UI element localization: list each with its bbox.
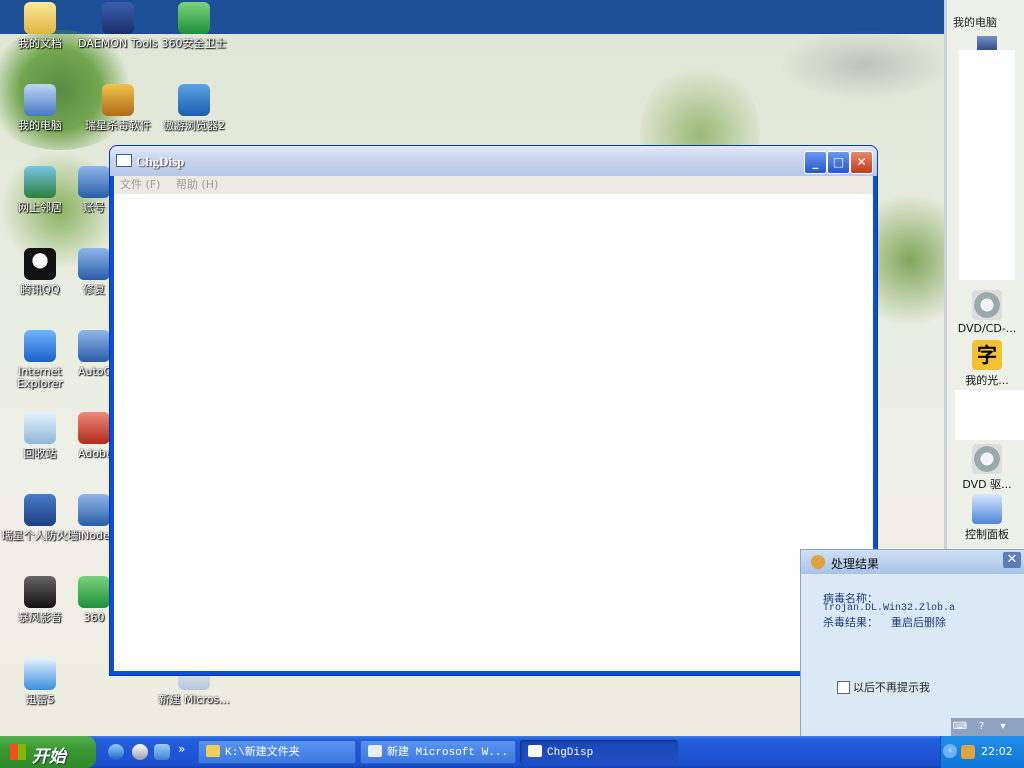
desktop-icon-360-safeguard[interactable]: 360安全卫士 bbox=[154, 2, 234, 50]
wallpaper-watering-can bbox=[780, 30, 950, 100]
quicklaunch-ie-icon[interactable] bbox=[108, 744, 124, 760]
desktop-icon-recycle-bin[interactable]: 回收站 bbox=[0, 412, 80, 460]
taskbar: 开始 » K:\新建文件夹 新建 Microsoft W... ChgDisp … bbox=[0, 736, 1024, 768]
start-button[interactable]: 开始 bbox=[0, 736, 96, 768]
menu-file[interactable]: 文件 (F) bbox=[120, 176, 160, 194]
desktop-icon-rising-antivirus[interactable]: 瑞星杀毒软件 bbox=[78, 84, 158, 132]
quicklaunch-app-icon[interactable] bbox=[154, 744, 170, 760]
menu-help[interactable]: 帮助 (H) bbox=[176, 176, 218, 194]
folder-icon bbox=[24, 2, 56, 34]
account-icon bbox=[78, 166, 110, 198]
minimize-button[interactable]: _ bbox=[804, 151, 827, 174]
popup-title: 处理结果 bbox=[831, 557, 880, 571]
desktop-icon-inode[interactable]: iNode bbox=[78, 494, 110, 542]
folder-icon bbox=[206, 745, 220, 757]
dvd-drive-icon bbox=[972, 444, 1002, 474]
close-icon: ✕ bbox=[856, 155, 867, 169]
desktop-icon-thunder[interactable]: 迅雷5 bbox=[0, 658, 80, 706]
tray-antivirus-icon[interactable] bbox=[961, 745, 975, 759]
virus-name-value: Trojan.DL.Win32.Zlob.a bbox=[823, 603, 956, 614]
window-app-icon bbox=[528, 745, 542, 757]
desktop-icon-network[interactable]: 网上邻居 bbox=[0, 166, 80, 214]
tray-expand-icon[interactable]: ‹ bbox=[943, 744, 957, 758]
sidebar-blank-area bbox=[959, 50, 1015, 280]
repair-icon bbox=[78, 248, 110, 280]
recycle-bin-icon bbox=[24, 412, 56, 444]
dont-show-again-checkbox[interactable] bbox=[837, 681, 850, 694]
desktop-icon-qq[interactable]: 腾讯QQ bbox=[0, 248, 80, 296]
quicklaunch-chevron[interactable]: » bbox=[178, 742, 185, 756]
window-menubar: 文件 (F) 帮助 (H) bbox=[114, 176, 873, 194]
daemon-tools-icon bbox=[102, 2, 134, 34]
firewall-icon bbox=[24, 494, 56, 526]
font-glyph-icon: 字 bbox=[972, 340, 1002, 370]
result-label: 杀毒结果： bbox=[823, 616, 878, 629]
chgdisp-window[interactable]: ChgDisp _ □ ✕ 文件 (F) 帮助 (H) bbox=[110, 146, 877, 675]
taskbar-button-folder[interactable]: K:\新建文件夹 bbox=[198, 740, 356, 764]
window-titlebar[interactable]: ChgDisp _ □ ✕ bbox=[110, 146, 877, 176]
expand-icon[interactable]: ▾ bbox=[994, 718, 1012, 736]
desktop-icon-daemon-tools[interactable]: DAEMON Tools bbox=[78, 2, 158, 50]
desktop-icon-my-computer[interactable]: 我的电脑 bbox=[0, 84, 80, 132]
sidebar-item-my-disc[interactable]: 字 我的光... bbox=[947, 340, 1024, 388]
minimize-icon: _ bbox=[812, 155, 819, 169]
taskbar-button-word[interactable]: 新建 Microsoft W... bbox=[360, 740, 516, 764]
window-app-icon bbox=[116, 154, 132, 167]
quicklaunch-browser-icon[interactable] bbox=[132, 744, 148, 760]
desktop-icon-baofeng[interactable]: 暴风影音 bbox=[0, 576, 80, 624]
maxthon-browser-icon bbox=[178, 84, 210, 116]
window-title: ChgDisp bbox=[136, 154, 185, 169]
desktop-icon-my-documents[interactable]: 我的文档 bbox=[0, 2, 80, 50]
scan-result-popup: 处理结果 ✕ 病毒名称： Trojan.DL.Win32.Zlob.a 杀毒结果… bbox=[800, 549, 1024, 736]
popup-header: 处理结果 ✕ bbox=[801, 550, 1024, 574]
sidebar-item-dvd-cd[interactable]: DVD/CD-... bbox=[947, 290, 1024, 335]
window-client-area bbox=[114, 194, 873, 671]
close-button[interactable]: ✕ bbox=[850, 151, 873, 174]
thunder-icon bbox=[24, 658, 56, 690]
input-method-bar: ⌨ ? ▾ bbox=[951, 718, 1024, 736]
keyboard-icon[interactable]: ⌨ bbox=[951, 718, 969, 736]
adobe-icon bbox=[78, 412, 110, 444]
internet-explorer-icon bbox=[24, 330, 56, 362]
desktop-icon-firewall[interactable]: 瑞星个人防火墙 bbox=[0, 494, 80, 542]
optical-drive-icon bbox=[972, 290, 1002, 320]
control-panel-icon bbox=[972, 494, 1002, 524]
desktop-icon-autocad[interactable]: AutoC bbox=[78, 330, 110, 378]
maximize-button[interactable]: □ bbox=[827, 151, 850, 174]
lion-shield-icon bbox=[102, 84, 134, 116]
sidebar-item-dvd-drive[interactable]: DVD 驱... bbox=[947, 444, 1024, 492]
360-shield-icon bbox=[178, 2, 210, 34]
sidebar-item-control-panel[interactable]: 控制面板 bbox=[947, 494, 1024, 542]
rising-lion-icon bbox=[811, 555, 825, 569]
network-icon bbox=[24, 166, 56, 198]
desktop-icon-360-extra[interactable]: 360 bbox=[78, 576, 110, 624]
dont-show-again-label[interactable]: 以后不再提示我 bbox=[853, 679, 930, 695]
media-player-icon bbox=[24, 576, 56, 608]
qq-penguin-icon bbox=[24, 248, 56, 280]
desktop-icon-repair[interactable]: 修复 bbox=[78, 248, 110, 296]
popup-close-button[interactable]: ✕ bbox=[1003, 552, 1021, 568]
inode-icon bbox=[78, 494, 110, 526]
taskbar-button-chgdisp[interactable]: ChgDisp bbox=[520, 740, 678, 764]
desktop-icon-adobe[interactable]: Adobe bbox=[78, 412, 110, 460]
desktop-icon-maxthon[interactable]: 傲游浏览器2 bbox=[154, 84, 234, 132]
start-label: 开始 bbox=[32, 747, 66, 767]
result-value: 重启后删除 bbox=[891, 616, 946, 629]
desktop: 我的文档 我的电脑 网上邻居 腾讯QQ Internet Explorer 回收… bbox=[0, 0, 1024, 736]
tray-clock[interactable]: 22:02 bbox=[981, 745, 1013, 758]
sidebar-blank-area bbox=[955, 390, 1024, 440]
desktop-icon-ie[interactable]: Internet Explorer bbox=[0, 330, 80, 390]
system-tray: ‹ 22:02 bbox=[940, 736, 1024, 768]
windows-logo-icon bbox=[10, 744, 26, 760]
word-document-icon bbox=[368, 745, 382, 757]
sidebar-header: 我的电脑 bbox=[953, 16, 997, 29]
autocad-icon bbox=[78, 330, 110, 362]
help-icon[interactable]: ? bbox=[973, 718, 991, 736]
360-icon bbox=[78, 576, 110, 608]
maximize-icon: □ bbox=[832, 155, 845, 169]
desktop-icon-account[interactable]: 账号 bbox=[78, 166, 110, 214]
computer-icon bbox=[24, 84, 56, 116]
